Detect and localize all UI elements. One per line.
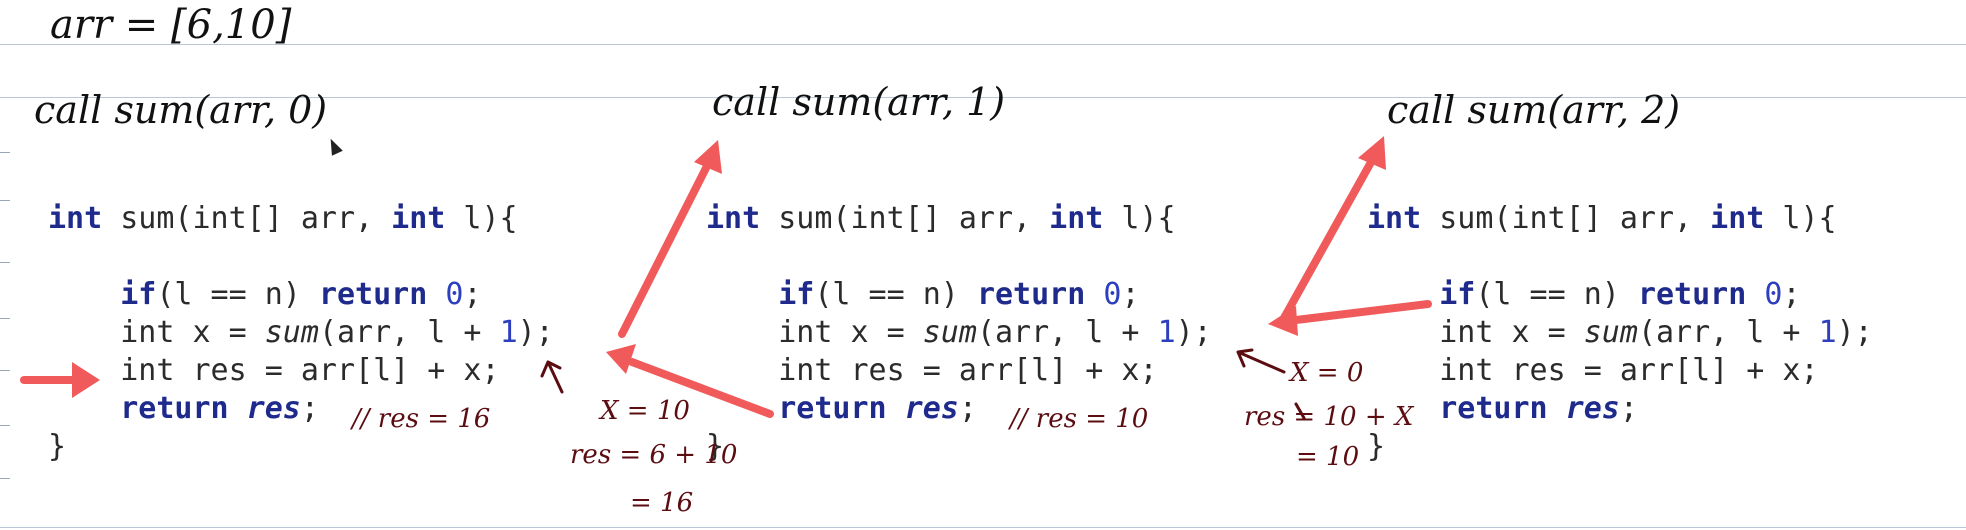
pointer-arrow-frame-2 — [1236, 348, 1286, 374]
frame-2-res-comment: // res = 10 — [1010, 404, 1149, 434]
frame-2-res-result: = 10 — [1296, 442, 1360, 472]
return-arrow-3-to-2-head — [1268, 306, 1298, 336]
call-arrow-1-to-2-head — [694, 140, 722, 174]
frame-1-res-value: res = 6 + 10 — [570, 440, 738, 470]
margin-tick — [0, 478, 10, 479]
ruled-line — [0, 44, 1966, 45]
frame-2-x-value: X = 0 — [1290, 358, 1364, 388]
call-arrow-2-to-3-head — [1358, 136, 1386, 170]
frame-2-res-value: res = 10 + X — [1244, 402, 1414, 432]
call-label-frame-3: call sum(arr, 2) — [1387, 88, 1681, 132]
frame-1-res-result: = 16 — [630, 488, 694, 518]
call-label-frame-1: call sum(arr, 0) — [34, 88, 328, 132]
mouse-cursor-icon — [325, 136, 343, 156]
margin-tick — [0, 318, 10, 319]
margin-tick — [0, 370, 10, 371]
array-note: arr = [6,10] — [50, 2, 292, 48]
call-label-frame-2: call sum(arr, 1) — [712, 80, 1006, 124]
code-frame-3: int sum(int[] arr, int l){ if(l == n) re… — [1367, 201, 1873, 464]
frame-1-x-value: X = 10 — [600, 396, 690, 426]
ruled-line — [0, 527, 1966, 528]
margin-tick — [0, 152, 10, 153]
margin-tick — [0, 262, 10, 263]
return-arrow-2-to-1-head — [606, 344, 636, 374]
call-arrow-2-to-3 — [1280, 160, 1374, 322]
margin-tick — [0, 200, 10, 201]
frame-1-res-comment: // res = 16 — [352, 404, 491, 434]
margin-tick — [0, 425, 10, 426]
call-arrow-1-to-2 — [618, 164, 710, 338]
